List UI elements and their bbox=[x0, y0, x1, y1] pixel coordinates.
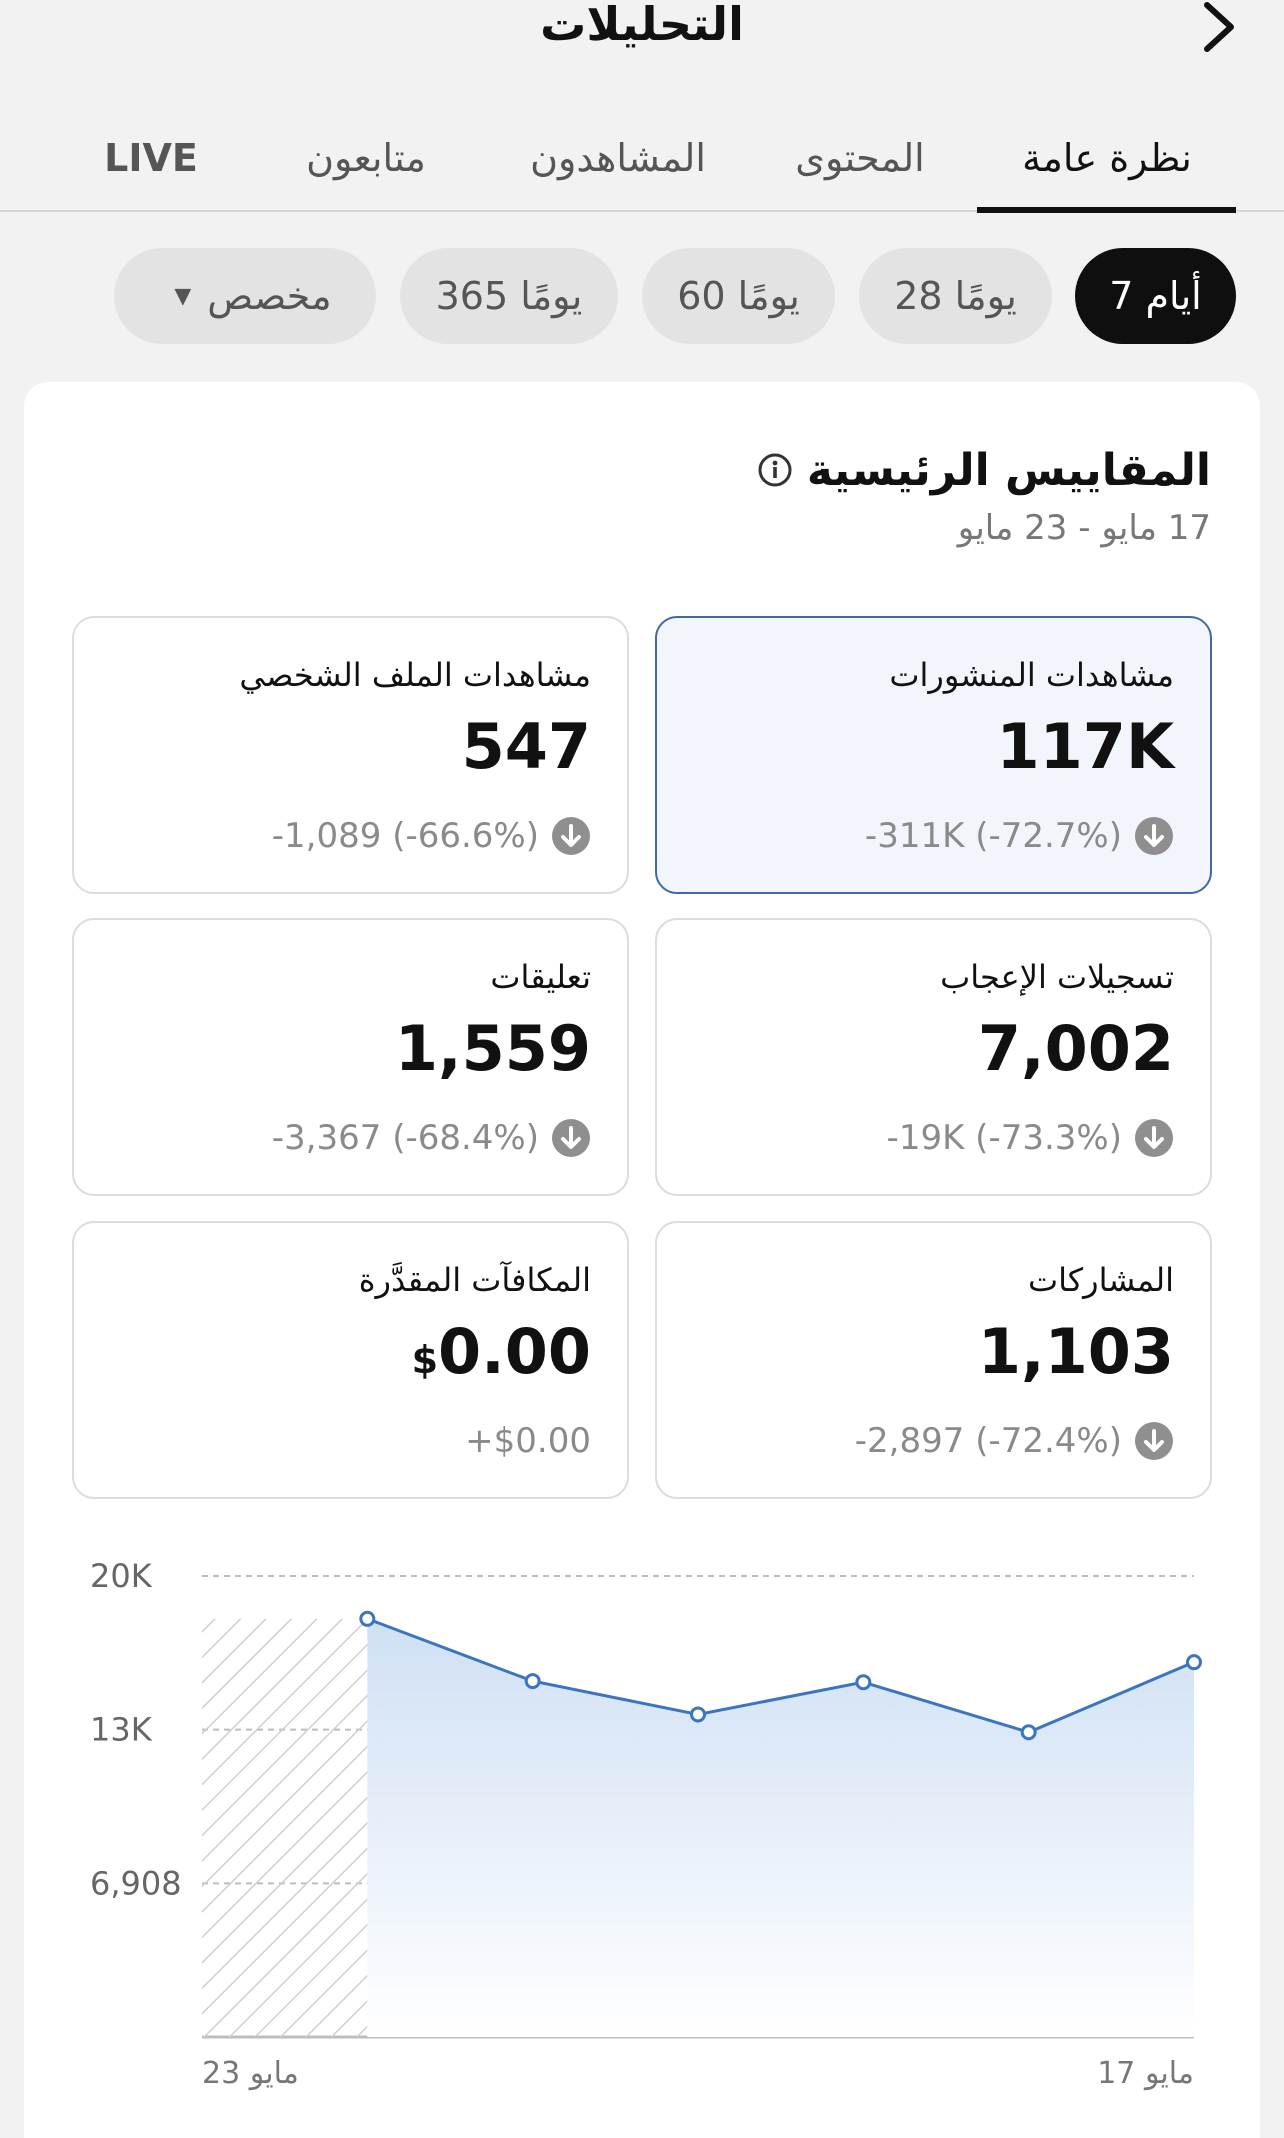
data-point bbox=[1020, 1724, 1037, 1741]
x-tick-label: 23 مايو bbox=[202, 2056, 299, 2091]
x-tick-label: 17 مايو bbox=[1097, 2056, 1194, 2091]
data-point bbox=[855, 1674, 872, 1691]
series-area bbox=[367, 1618, 1194, 2037]
data-point bbox=[359, 1610, 376, 1627]
views-chart: 20K 13K 6,908 23 مايو 17 مايو bbox=[90, 1557, 1202, 2091]
data-point bbox=[1186, 1654, 1202, 1671]
y-tick-label: 20K bbox=[90, 1557, 153, 1595]
data-point bbox=[690, 1706, 706, 1723]
y-tick-label: 13K bbox=[90, 1711, 153, 1749]
incomplete-data-region bbox=[202, 1618, 368, 2037]
y-tick-label: 6,908 bbox=[90, 1864, 182, 1902]
data-point bbox=[524, 1673, 541, 1690]
